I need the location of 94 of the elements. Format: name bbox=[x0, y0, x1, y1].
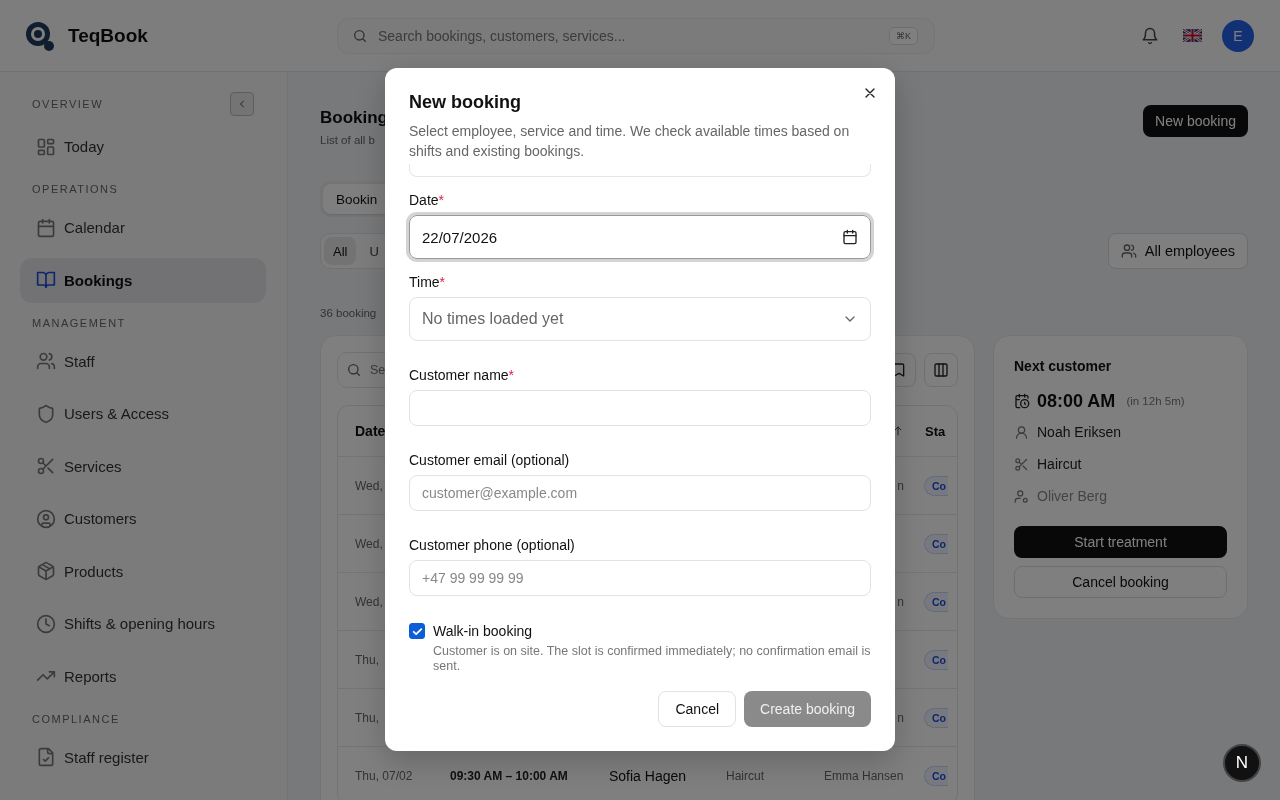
input-field[interactable]: +47 99 99 99 99 bbox=[409, 560, 871, 596]
sidebar-item[interactable]: Staff bbox=[20, 338, 266, 384]
sidebar-item[interactable]: Users & Access bbox=[20, 391, 266, 436]
sidebar-item[interactable]: Today bbox=[20, 124, 266, 169]
employee-name: Oliver Berg bbox=[1037, 488, 1108, 504]
table-cell-text: Thu, bbox=[354, 652, 379, 667]
calendar-icon bbox=[842, 229, 858, 245]
field-label: Customer email (optional) bbox=[409, 451, 571, 469]
dialog-description: Select employee, service and time. We check available times based on shifts and existing bookings. bbox=[409, 122, 851, 161]
sort-arrow-icon[interactable] bbox=[892, 425, 904, 437]
flag-icon[interactable] bbox=[1183, 29, 1202, 42]
table-cell-text: n bbox=[897, 478, 905, 493]
input-field[interactable]: customer@example.com bbox=[409, 475, 871, 511]
shortcut-hint: ⌘K bbox=[889, 26, 918, 45]
next-time: 08:00 AM bbox=[1037, 390, 1116, 412]
table-cell-text: Sofia Hagen bbox=[608, 767, 687, 784]
sidebar-item[interactable]: Staff register bbox=[20, 734, 266, 780]
logo-icon bbox=[24, 19, 56, 52]
status-badge: Co bbox=[924, 475, 948, 496]
section-label: OVERVIEW bbox=[32, 98, 104, 110]
field-label: Customer name* bbox=[409, 366, 516, 384]
columns-icon bbox=[933, 362, 949, 378]
document-check-icon bbox=[36, 747, 56, 767]
user-circle-icon bbox=[36, 508, 56, 529]
section-label: OPERATIONS bbox=[32, 183, 119, 195]
field-label: Customer phone (optional) bbox=[409, 536, 576, 554]
dialog-title: New booking bbox=[409, 91, 522, 114]
table-cell-text: Emma Hansen bbox=[823, 768, 904, 783]
status-badge: Co bbox=[924, 533, 948, 554]
table-cell-text: Thu, bbox=[354, 710, 379, 725]
service-name: Haircut bbox=[1037, 456, 1082, 472]
table-cell-text: Wed, bbox=[354, 536, 383, 551]
grid-icon bbox=[36, 136, 56, 157]
status-badge: Co bbox=[924, 707, 948, 728]
filter-chip[interactable]: U bbox=[360, 237, 388, 265]
sidebar-item[interactable]: Calendar bbox=[20, 205, 266, 250]
status-badge: Co bbox=[924, 591, 948, 612]
book-icon bbox=[36, 270, 56, 290]
cancel-button[interactable]: Cancel booking bbox=[1014, 566, 1227, 598]
box-icon bbox=[36, 561, 56, 581]
app-name: TeqBook bbox=[68, 24, 148, 47]
search-icon bbox=[352, 27, 368, 44]
search-icon bbox=[346, 362, 362, 378]
avatar[interactable]: E bbox=[1222, 19, 1254, 52]
field-label: Date* bbox=[409, 191, 446, 209]
table-cell-text: 09:30 AM – 10:00 AM bbox=[449, 768, 568, 783]
start-button[interactable]: Start treatment bbox=[1014, 526, 1227, 558]
people-icon bbox=[36, 351, 56, 371]
person-icon bbox=[1014, 424, 1029, 440]
input-field[interactable] bbox=[409, 390, 871, 426]
section-label: COMPLIANCE bbox=[32, 712, 120, 725]
cancel-button[interactable]: Cancel bbox=[658, 691, 737, 727]
calendar-clock-icon bbox=[1014, 393, 1030, 409]
checkbox-hint: Customer is on site. The slot is confirmed immediately; no confirmation email is sent. bbox=[433, 644, 871, 674]
clock-icon bbox=[36, 613, 56, 634]
table-cell-text: Wed, bbox=[354, 594, 383, 609]
relative-time: (in 12h 5m) bbox=[1126, 395, 1185, 407]
sidebar-item[interactable]: Services bbox=[20, 443, 266, 489]
field-label: Time* bbox=[409, 273, 447, 291]
person-gear-icon bbox=[1014, 488, 1029, 504]
sidebar-item[interactable]: Customers bbox=[20, 496, 266, 541]
columns-button[interactable] bbox=[924, 353, 958, 387]
table-cell-text: Haircut bbox=[725, 768, 764, 783]
table-cell-text: Wed, bbox=[354, 478, 383, 493]
bell-icon[interactable] bbox=[1141, 26, 1159, 45]
column-header[interactable]: Date bbox=[338, 423, 386, 439]
sidebar-item[interactable]: Shifts & opening hours bbox=[20, 601, 266, 646]
page-subtitle: List of all b bbox=[320, 133, 376, 148]
date-field[interactable]: 22/07/2026 bbox=[409, 215, 871, 259]
section-label: MANAGEMENT bbox=[32, 316, 126, 329]
checkbox-label[interactable]: Walk-in booking bbox=[433, 622, 871, 640]
new-booking-button[interactable]: New booking bbox=[1143, 105, 1248, 137]
card-title: Next customer bbox=[1014, 357, 1113, 376]
sidebar-item[interactable]: Reports bbox=[20, 653, 266, 699]
sidebar-item[interactable]: Bookings bbox=[20, 257, 266, 303]
sidebar-item[interactable]: Products bbox=[20, 548, 266, 594]
table-cell-text: n bbox=[897, 594, 905, 609]
time-select[interactable]: No times loaded yet bbox=[409, 297, 871, 341]
status-badge: Co bbox=[924, 649, 948, 670]
column-header[interactable]: Sta bbox=[925, 423, 946, 439]
scissors-icon bbox=[1014, 456, 1029, 472]
search-field[interactable]: Search bookings, customers, services... ⌘K bbox=[337, 17, 935, 54]
shield-icon bbox=[36, 403, 56, 424]
status-badge: Co bbox=[924, 765, 948, 786]
checkbox[interactable] bbox=[409, 623, 425, 639]
filter-chip[interactable]: All bbox=[324, 237, 357, 265]
table-cell-text: Thu, 07/02 bbox=[354, 768, 413, 783]
customer-name: Noah Eriksen bbox=[1037, 424, 1122, 440]
booking-count: 36 booking bbox=[320, 306, 377, 321]
employee-filter-button[interactable]: All employees bbox=[1107, 233, 1248, 269]
calendar-icon bbox=[36, 217, 56, 238]
people-icon bbox=[1120, 243, 1137, 259]
scissors-icon bbox=[36, 456, 56, 476]
table-cell-text: n bbox=[897, 710, 905, 725]
